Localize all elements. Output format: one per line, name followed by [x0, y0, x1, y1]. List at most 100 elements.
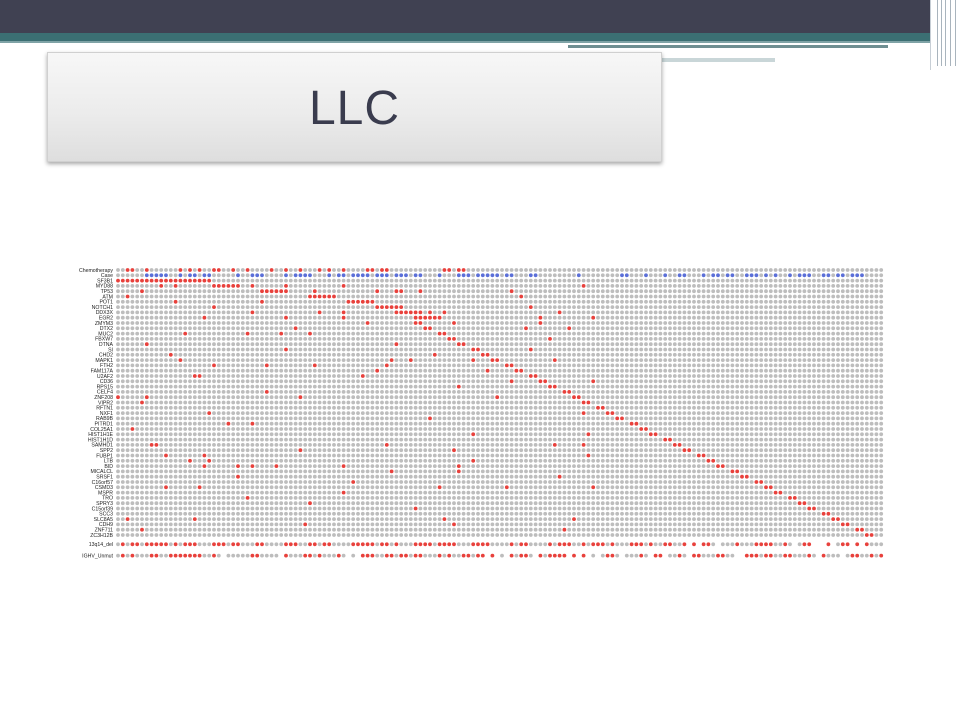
heatmap-cell: [552, 400, 557, 405]
heatmap-cell: [173, 310, 178, 315]
heatmap-cell: [768, 268, 773, 272]
heatmap-cell: [648, 326, 653, 331]
heatmap-cell: [514, 395, 519, 400]
heatmap-cell: [226, 347, 231, 352]
heatmap-cell: [356, 310, 360, 315]
heatmap-cell: [821, 379, 826, 384]
heatmap-cell: [725, 305, 730, 309]
heatmap-cell: [413, 421, 418, 426]
heatmap-cell: [528, 305, 533, 309]
heatmap-cell: [663, 326, 668, 331]
heatmap-cell: [754, 379, 759, 384]
heatmap-cell: [413, 326, 418, 331]
heatmap-cell: [485, 347, 490, 352]
heatmap-cell: [552, 358, 557, 362]
heatmap-cell: [375, 273, 380, 278]
heatmap-cell: [264, 400, 269, 405]
heatmap-cell: [730, 405, 735, 410]
heatmap-cell: [471, 405, 476, 410]
heatmap-cell: [807, 363, 812, 368]
heatmap-cell: [461, 284, 466, 288]
heatmap-cell: [370, 405, 375, 410]
heatmap-cell: [816, 299, 821, 304]
heatmap-cell: [490, 421, 495, 426]
heatmap-cell: [293, 352, 298, 357]
heatmap-cell: [303, 358, 308, 362]
heatmap-cell: [197, 310, 202, 315]
heatmap-cell: [255, 310, 260, 315]
heatmap-cell: [548, 342, 552, 347]
heatmap-cell: [797, 347, 802, 352]
heatmap-cell: [240, 331, 245, 336]
heatmap-cell: [778, 352, 783, 357]
heatmap-cell: [269, 294, 274, 299]
heatmap-cell: [615, 411, 620, 415]
heatmap-cell: [687, 321, 692, 325]
heatmap-cell: [720, 331, 725, 336]
heatmap-cell: [168, 284, 173, 288]
heatmap-cell: [821, 268, 826, 272]
heatmap-cell: [605, 273, 610, 278]
heatmap-cell: [836, 278, 840, 283]
heatmap-cell: [567, 352, 572, 357]
heatmap-cell: [168, 368, 173, 373]
heatmap-cell: [720, 273, 725, 278]
heatmap-cell: [692, 273, 696, 278]
heatmap-cell: [591, 321, 596, 325]
heatmap-cell: [831, 305, 836, 309]
heatmap-cell: [629, 289, 634, 294]
heatmap-cell: [687, 395, 692, 400]
heatmap-cell: [274, 421, 279, 426]
heatmap-cell: [672, 331, 677, 336]
heatmap-cell: [408, 347, 413, 352]
heatmap-cell: [255, 347, 260, 352]
heatmap-cell: [840, 352, 845, 357]
heatmap-cell: [797, 310, 802, 315]
heatmap-cell: [562, 315, 567, 320]
heatmap-cell: [687, 342, 692, 347]
heatmap-cell: [164, 390, 168, 394]
heatmap-cell: [332, 268, 336, 272]
heatmap-cell: [711, 305, 716, 309]
heatmap-cell: [879, 278, 884, 283]
heatmap-cell: [456, 358, 461, 362]
heatmap-cell: [533, 421, 538, 426]
heatmap-cell: [879, 326, 884, 331]
heatmap-cell: [552, 416, 557, 421]
heatmap-cell: [759, 321, 764, 325]
heatmap-cell: [812, 289, 816, 294]
heatmap-cell: [288, 273, 293, 278]
heatmap-cell: [620, 321, 624, 325]
heatmap-cell: [365, 405, 370, 410]
heatmap-cell: [202, 427, 207, 431]
heatmap-cell: [735, 374, 740, 378]
heatmap-cell: [639, 321, 644, 325]
heatmap-cell: [644, 331, 648, 336]
heatmap-cell: [140, 310, 144, 315]
heatmap-cell: [432, 347, 437, 352]
heatmap-cell: [687, 337, 692, 341]
heatmap-cell: [149, 416, 154, 421]
heatmap-cell: [144, 421, 149, 426]
heatmap-cell: [212, 384, 216, 389]
heatmap-cell: [725, 347, 730, 352]
heatmap-cell: [610, 299, 615, 304]
heatmap-cell: [773, 268, 778, 272]
heatmap-cell: [293, 294, 298, 299]
heatmap-cell: [509, 347, 514, 352]
heatmap-cell: [245, 384, 250, 389]
heatmap-cell: [332, 405, 336, 410]
heatmap-cell: [317, 416, 322, 421]
heatmap-cell: [639, 405, 644, 410]
heatmap-cell: [130, 411, 135, 415]
heatmap-cell: [759, 268, 764, 272]
heatmap-cell: [452, 315, 456, 320]
heatmap-cell: [188, 305, 192, 309]
heatmap-cell: [519, 368, 524, 373]
heatmap-cell: [284, 326, 288, 331]
heatmap-cell: [672, 363, 677, 368]
heatmap-cell: [284, 315, 288, 320]
heatmap-cell: [351, 284, 356, 288]
heatmap-cell: [231, 268, 236, 272]
heatmap-cell: [754, 342, 759, 347]
